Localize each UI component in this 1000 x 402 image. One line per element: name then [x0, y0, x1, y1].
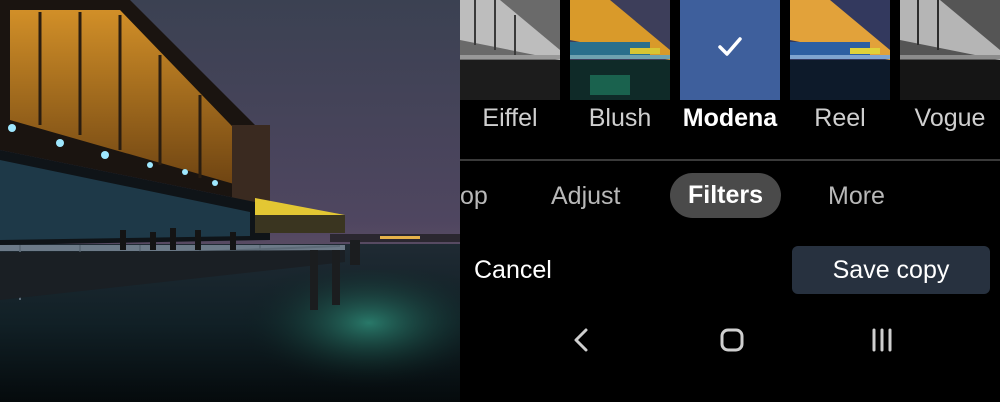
editor-panel: Eiffel Blush Modena Reel Vogue op Adjust…: [460, 0, 1000, 402]
checkmark-icon: [718, 37, 742, 56]
filter-label-vogue[interactable]: Vogue: [890, 104, 1000, 133]
eiffel-preview-image: [460, 0, 560, 100]
filter-thumb-reel[interactable]: [790, 0, 890, 100]
tab-crop[interactable]: op: [460, 182, 488, 211]
tab-filters[interactable]: Filters: [670, 173, 782, 218]
filter-thumb-blush[interactable]: [570, 0, 670, 100]
filter-label-blush[interactable]: Blush: [560, 104, 680, 133]
blush-preview-image: [570, 0, 670, 100]
filter-thumb-vogue[interactable]: [900, 0, 1000, 100]
filter-thumb-eiffel[interactable]: [460, 0, 560, 100]
back-chevron-icon[interactable]: [562, 320, 602, 360]
filter-label-reel[interactable]: Reel: [780, 104, 900, 133]
filter-thumb-modena[interactable]: [680, 0, 780, 100]
filter-label-modena[interactable]: Modena: [670, 104, 790, 133]
divider: [460, 159, 1000, 161]
filter-label-eiffel[interactable]: Eiffel: [460, 104, 570, 133]
cancel-button[interactable]: Cancel: [474, 256, 552, 285]
system-nav-bar: [460, 320, 1000, 360]
save-copy-button[interactable]: Save copy: [792, 246, 990, 294]
filter-labels: Eiffel Blush Modena Reel Vogue: [460, 100, 1000, 144]
tab-more[interactable]: More: [828, 182, 885, 211]
vogue-preview-image: [900, 0, 1000, 100]
recents-icon[interactable]: [862, 320, 902, 360]
reel-preview-image: [790, 0, 890, 100]
filter-thumbnails: [460, 0, 1000, 100]
editor-tabs: op Adjust Filters More: [460, 170, 1000, 222]
pier-night-photo: [0, 0, 460, 402]
photo-preview: [0, 0, 460, 402]
tab-adjust[interactable]: Adjust: [551, 182, 620, 211]
home-icon[interactable]: [712, 320, 752, 360]
